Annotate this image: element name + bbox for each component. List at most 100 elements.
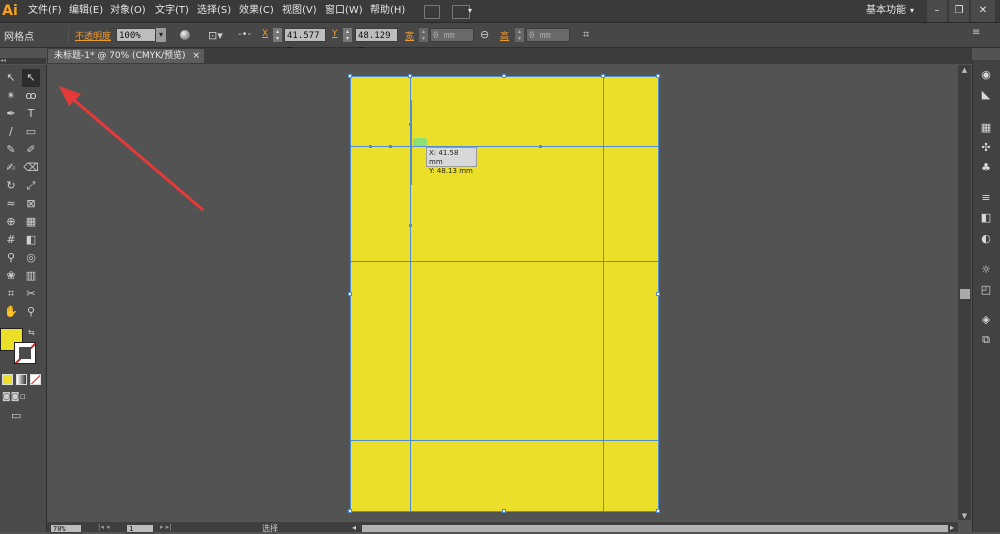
mesh-anchor[interactable] [656, 292, 660, 296]
appearance-icon[interactable]: ☼ [978, 262, 994, 278]
transparency-icon[interactable]: ◐ [978, 231, 994, 247]
horizontal-scrollbar[interactable] [362, 525, 948, 532]
close-icon[interactable]: × [192, 49, 200, 63]
gradient-panel-icon[interactable]: ◧ [978, 210, 994, 226]
x-field[interactable]: 41.577 m [284, 28, 326, 55]
layers-icon[interactable]: ◈ [978, 312, 994, 328]
bridge-icon[interactable] [424, 5, 440, 19]
recolor-icon[interactable] [180, 30, 190, 40]
x-stepper-icon[interactable]: ▴ ▾ [273, 28, 282, 42]
warp-icon[interactable]: ≈ [2, 195, 20, 213]
blend-icon[interactable]: ◎ [22, 249, 40, 267]
mesh-icon[interactable]: # [2, 231, 20, 249]
menu-type[interactable]: 文字(T) [155, 0, 189, 22]
brushes-icon[interactable]: ✣ [978, 140, 994, 156]
symbols-icon[interactable]: ♣ [978, 160, 994, 176]
stroke-swatch[interactable] [14, 342, 36, 364]
scroll-up-icon[interactable]: ▲ [959, 66, 970, 76]
shape-builder-icon[interactable]: ⊕ [2, 213, 20, 231]
direction-point[interactable] [539, 145, 542, 148]
height-label[interactable]: 高 [500, 29, 509, 42]
pen-icon[interactable]: ✒ [2, 105, 20, 123]
menu-window[interactable]: 窗口(W) [325, 0, 363, 22]
hand-icon[interactable]: ✋ [2, 303, 20, 321]
scale-icon[interactable]: ⤢ [22, 177, 40, 195]
menu-help[interactable]: 帮助(H) [370, 0, 405, 22]
mesh-anchor[interactable] [656, 509, 660, 513]
mesh-anchor[interactable] [348, 509, 352, 513]
swap-icon[interactable]: ⇆ [28, 328, 35, 337]
menu-effect[interactable]: 效果(C) [239, 0, 274, 22]
stroke-icon[interactable]: ≡ [978, 190, 994, 206]
magic-wand-icon[interactable]: ✴ [2, 87, 20, 105]
graphic-styles-icon[interactable]: ◰ [978, 282, 994, 298]
menu-view[interactable]: 视图(V) [282, 0, 317, 22]
scroll-right-icon[interactable]: ▸ [950, 523, 954, 532]
scroll-left-icon[interactable]: ◂ [352, 523, 356, 532]
rotate-icon[interactable]: ↻ [2, 177, 20, 195]
artboards-icon[interactable]: ⧉ [978, 332, 994, 348]
color-guide-icon[interactable]: ◉ [978, 67, 994, 83]
mesh-anchor[interactable] [601, 74, 605, 78]
direct-selection-icon[interactable]: ↖ [22, 69, 40, 87]
type-icon[interactable]: T [22, 105, 40, 123]
mesh-anchor[interactable] [408, 74, 412, 78]
menu-object[interactable]: 对象(O) [110, 0, 146, 22]
drawing-modes-icon[interactable]: ◙◙▫ [2, 392, 26, 402]
width-field[interactable]: 0 mm [430, 28, 474, 42]
restore-icon[interactable]: ❐ [949, 0, 969, 22]
blob-brush-icon[interactable]: ✍ [2, 159, 20, 177]
symbol-sprayer-icon[interactable]: ❀ [2, 267, 20, 285]
mesh-object[interactable] [350, 76, 658, 511]
document-tab[interactable]: 未标题-1* @ 70% (CMYK/预览) × [48, 49, 204, 63]
none-mode-icon[interactable] [30, 374, 41, 385]
selection-icon[interactable]: ↖ [2, 69, 20, 87]
first-page-icon[interactable]: |◂ ◂ [98, 523, 110, 531]
mesh-anchor[interactable] [502, 74, 506, 78]
artboard-icon[interactable]: ⌗ [2, 285, 20, 303]
rectangle-icon[interactable]: ▭ [22, 123, 40, 141]
chevron-down-icon[interactable]: ▾ [156, 28, 166, 42]
workspace-switcher[interactable]: 基本功能 [866, 0, 906, 22]
perspective-icon[interactable]: ▦ [22, 213, 40, 231]
mesh-anchor[interactable] [656, 74, 660, 78]
paintbrush-icon[interactable]: ✎ [2, 141, 20, 159]
chevron-down-icon[interactable]: ▾ [910, 0, 914, 22]
transform-grid-icon[interactable]: ⊡▾ [208, 29, 223, 42]
scroll-thumb[interactable] [960, 289, 970, 299]
gradient-mode-icon[interactable] [16, 374, 27, 385]
y-label[interactable]: Y [332, 29, 338, 39]
mesh-anchor[interactable] [348, 74, 352, 78]
mesh-anchor[interactable] [502, 509, 506, 513]
y-stepper-icon[interactable]: ▴ ▾ [343, 28, 352, 42]
x-label[interactable]: X [262, 29, 268, 39]
zoom-icon[interactable]: ⚲ [22, 303, 40, 321]
minimize-icon[interactable]: – [927, 0, 947, 22]
pencil-icon[interactable]: ✐ [22, 141, 40, 159]
screen-mode-icon[interactable]: ▭ [11, 409, 21, 422]
gradient-icon[interactable]: ◧ [22, 231, 40, 249]
close-icon[interactable]: ✕ [971, 0, 995, 22]
scroll-down-icon[interactable]: ▼ [959, 512, 970, 522]
convert-anchor-icon[interactable]: -•- [238, 29, 251, 40]
color-icon[interactable]: ◣ [978, 87, 994, 103]
next-page-icon[interactable]: ▸ ▸| [160, 523, 172, 531]
lasso-icon[interactable]: ꝏ [22, 87, 40, 105]
mesh-anchor[interactable] [348, 292, 352, 296]
chevron-down-icon[interactable]: ▾ [468, 0, 472, 22]
height-field[interactable]: 0 mm [526, 28, 570, 42]
y-field[interactable]: 48.129 m [355, 28, 398, 55]
height-stepper-icon[interactable]: ▴ ▾ [515, 28, 524, 42]
direction-point[interactable] [389, 145, 392, 148]
direction-point[interactable] [369, 145, 372, 148]
graph-icon[interactable]: ▥ [22, 267, 40, 285]
color-mode-icon[interactable] [2, 374, 13, 385]
menu-file[interactable]: 文件(F) [28, 0, 62, 22]
link-icon[interactable]: ⊖ [480, 28, 489, 41]
line-icon[interactable]: / [2, 123, 20, 141]
direction-point[interactable] [409, 224, 412, 227]
swatches-icon[interactable]: ▦ [978, 120, 994, 136]
slice-icon[interactable]: ✂ [22, 285, 40, 303]
panel-collapse-icon[interactable]: ◂◂ [0, 58, 46, 64]
direction-point[interactable] [409, 123, 412, 126]
